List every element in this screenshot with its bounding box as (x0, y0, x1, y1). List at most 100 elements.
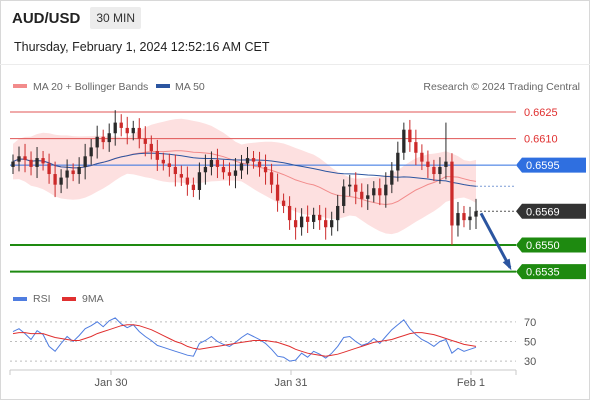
candle-body (263, 166, 268, 173)
candle-body (438, 166, 442, 175)
candle-body (450, 161, 454, 226)
rsi-series-line (12, 324, 477, 357)
candle-body (366, 195, 370, 199)
rsi-tick-label: 50 (524, 336, 536, 348)
candle-body (227, 172, 232, 176)
forecast-arrow-head (502, 258, 512, 271)
ma50-legend-label: MA 50 (175, 81, 205, 93)
level-label-support: 0.6535 (526, 267, 560, 279)
candle-body (275, 184, 280, 201)
candle-body (378, 188, 382, 196)
candle-body (173, 166, 178, 175)
candle-body (185, 177, 190, 185)
candle-body (444, 161, 448, 167)
rsi-tick-label: 30 (524, 356, 536, 368)
candle-body (360, 191, 364, 199)
candle-body (348, 184, 352, 187)
forex-chart: 0.6625 0.6610 0.6595 0.6569 0.6550 0.6535 MA … (9, 81, 586, 389)
candle-body (35, 158, 39, 167)
candle-body (53, 174, 57, 185)
candle-body (414, 142, 418, 153)
candle-body (149, 143, 153, 151)
rsi-legend-label: RSI (33, 293, 51, 305)
candle-body (299, 216, 304, 228)
bollinger-bands (13, 118, 476, 235)
forecast-arrow-group (479, 212, 512, 271)
candle-body (402, 129, 406, 153)
candle-body (468, 216, 472, 221)
candle-body (83, 156, 87, 167)
candle-body (143, 138, 147, 144)
candle-body (107, 133, 111, 143)
candle-body (257, 161, 262, 167)
candle-body (191, 184, 196, 190)
candle-body (161, 159, 165, 164)
candle-body (390, 170, 394, 185)
candle-body (47, 163, 51, 175)
ma20-legend-swatch (13, 84, 27, 88)
candle-body (101, 136, 105, 143)
candle-body (71, 170, 75, 175)
forecast-arrow (479, 212, 512, 269)
candle-body (197, 172, 202, 190)
candle-body (330, 220, 334, 228)
candle-body (95, 136, 99, 148)
candle-body (456, 213, 460, 226)
x-tick-label: Jan 31 (274, 377, 307, 389)
candle-body (311, 214, 316, 222)
candle-body (215, 159, 220, 167)
candle-body (89, 147, 93, 157)
candle-body (396, 152, 400, 171)
candle-body (179, 174, 184, 178)
x-tick-label: Feb 1 (457, 377, 485, 389)
rsi-lines (12, 317, 477, 362)
candle-body (305, 216, 310, 222)
candle-body (155, 150, 159, 160)
candle-body (23, 156, 27, 160)
candle-body (281, 200, 286, 206)
candle-body (125, 127, 129, 134)
ma20-legend-label: MA 20 + Bollinger Bands (33, 81, 148, 93)
candle-body (372, 188, 376, 196)
candle-body (77, 166, 81, 175)
candle-body (131, 127, 135, 134)
candle-body (119, 122, 123, 128)
rsi-ma-legend-label: 9MA (82, 293, 104, 305)
x-tick-label: Jan 30 (94, 377, 127, 389)
candle-body (384, 184, 388, 196)
candle-body (113, 122, 117, 134)
rsi-ma-legend-swatch (62, 297, 76, 301)
candle-body (251, 158, 256, 162)
candle-body (221, 166, 226, 173)
candle-body (318, 214, 322, 221)
candle-body (239, 163, 244, 171)
candle-body (420, 152, 424, 162)
credit-text: Research © 2024 Trading Central (423, 81, 580, 93)
rsi-legend-swatch (13, 297, 27, 301)
candle-body (342, 186, 346, 206)
candle-body (426, 161, 430, 167)
candle-body (59, 177, 63, 185)
bollinger-band-fill (13, 118, 476, 235)
candle-body (209, 159, 214, 167)
candle-body (336, 205, 340, 221)
candle-body (474, 211, 478, 217)
rsi-tick-label: 70 (524, 317, 536, 329)
candle-body (17, 156, 21, 162)
candle-body (269, 172, 274, 185)
candle-body (287, 205, 292, 221)
candle-body (29, 159, 33, 167)
candle-body (408, 129, 412, 143)
candle-body (462, 213, 466, 221)
candle-body (324, 220, 328, 228)
candle-body (432, 166, 436, 175)
candle-body (167, 163, 171, 167)
candle-body (245, 158, 250, 164)
candle-body (65, 170, 69, 178)
level-label-last-price: 0.6569 (526, 206, 560, 218)
candle-body (11, 161, 15, 167)
level-label-support: 0.6550 (526, 240, 560, 252)
candle-body (354, 184, 358, 192)
candle-body (41, 158, 45, 164)
level-labels: 0.6625 0.6610 0.6595 0.6569 0.6550 0.6535 (516, 107, 586, 280)
